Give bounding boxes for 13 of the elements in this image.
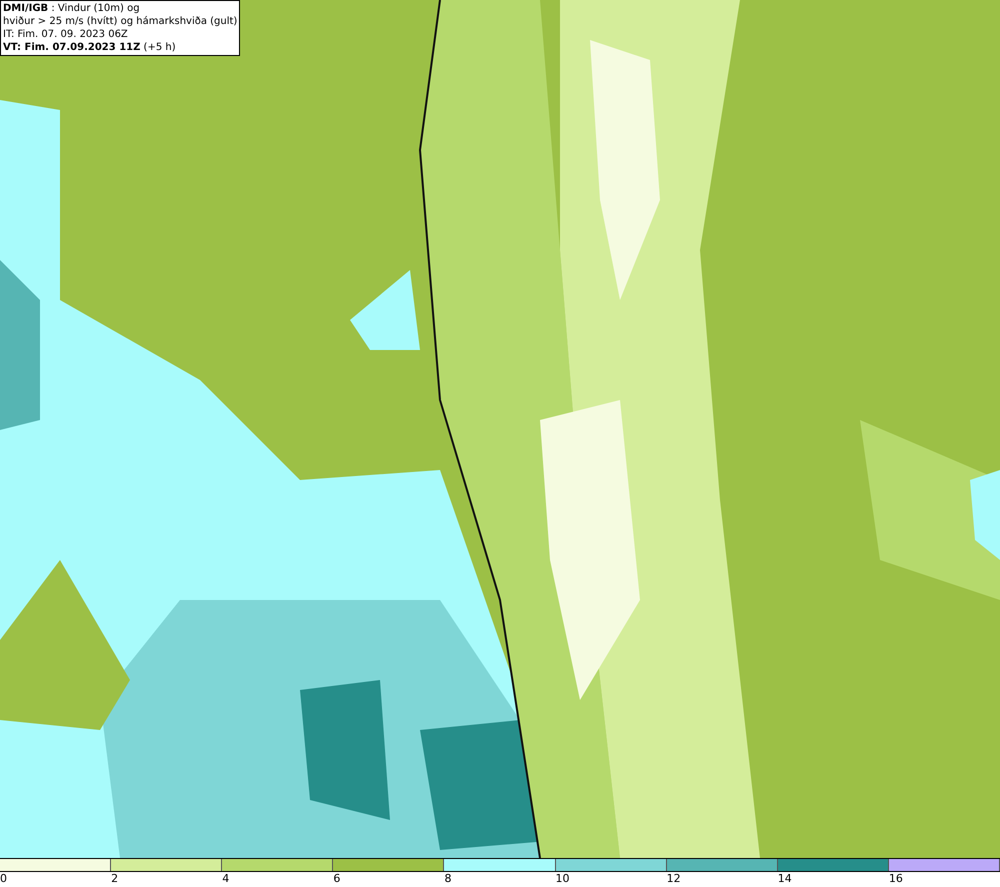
info-text: DMI/IGB : Vindur (10m) og: [3, 2, 141, 15]
legend-label: 10: [556, 872, 570, 887]
legend-label: 14: [778, 872, 792, 887]
info-text: VT: Fim. 07.09.2023 11Z (+5 h): [3, 41, 177, 54]
legend-label: 6: [333, 872, 340, 887]
legend-label: 0: [0, 872, 7, 887]
legend-label: 8: [444, 872, 452, 887]
legend-label: 2: [111, 872, 118, 887]
legend-label: 12: [666, 872, 681, 887]
info-text: hviður > 25 m/s (hvítt) og hámarkshviða (gult): [3, 15, 238, 28]
info-text: IT: Fim. 07. 09. 2023 06Z: [3, 28, 129, 41]
legend-label: 16: [888, 872, 903, 887]
legend-label: 4: [222, 872, 230, 887]
